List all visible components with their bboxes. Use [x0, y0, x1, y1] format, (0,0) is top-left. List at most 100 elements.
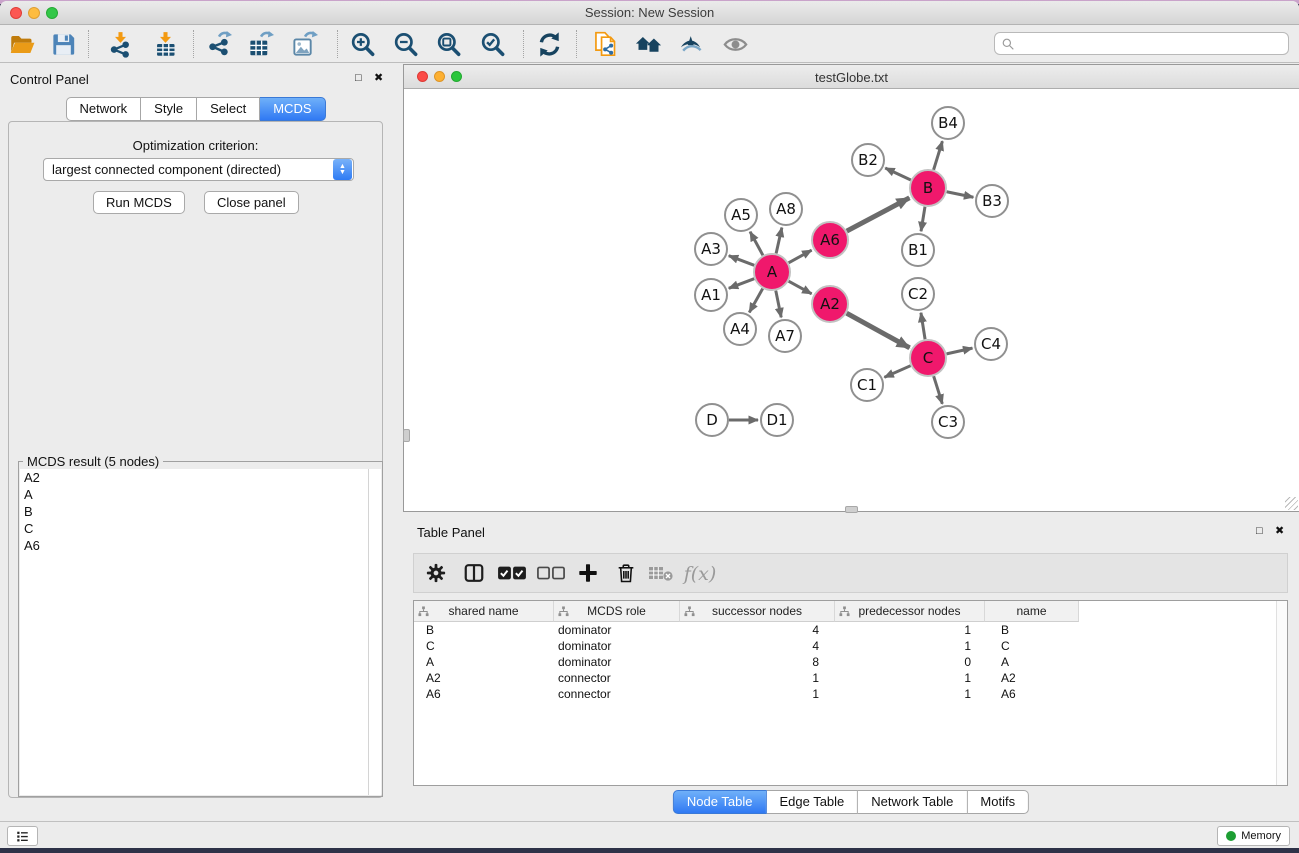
graph-node-A5[interactable]: A5	[725, 199, 757, 231]
deselect-all-button[interactable]	[535, 558, 567, 590]
table-tab-node-table[interactable]: Node Table	[673, 790, 767, 814]
graph-node-A2[interactable]: A2	[812, 286, 848, 322]
tab-style[interactable]: Style	[141, 97, 197, 121]
column-header-shared-name[interactable]: shared name	[414, 601, 554, 622]
graph-node-D[interactable]: D	[696, 404, 728, 436]
graph-edge-A-A6[interactable]	[789, 250, 812, 263]
graph-edge-A-A4[interactable]	[749, 289, 762, 313]
graph-edge-C-C1[interactable]	[884, 366, 910, 378]
select-all-button[interactable]	[496, 558, 528, 590]
graph-edge-A-A8[interactable]	[776, 228, 782, 254]
style-eye-button[interactable]	[673, 27, 707, 61]
graph-node-B4[interactable]: B4	[932, 107, 964, 139]
add-row-button[interactable]	[572, 558, 604, 590]
table-row[interactable]: Bdominator41B	[414, 622, 1276, 638]
table-row[interactable]: Adominator80A	[414, 654, 1276, 670]
zoom-in-button[interactable]	[345, 27, 379, 61]
criterion-dropdown[interactable]: largest connected component (directed) ▲…	[43, 158, 354, 181]
export-table-button[interactable]	[243, 27, 277, 61]
search-input[interactable]	[1019, 37, 1282, 51]
graph-edge-C-C2[interactable]	[921, 313, 925, 339]
zoom-out-button[interactable]	[388, 27, 422, 61]
graph-edge-C-C3[interactable]	[934, 376, 943, 404]
graph-node-C3[interactable]: C3	[932, 406, 964, 438]
graph-edge-A-A3[interactable]	[729, 256, 754, 266]
graph-edge-C-C4[interactable]	[947, 348, 973, 354]
table-row[interactable]: A6connector11A6	[414, 686, 1276, 702]
columns-button[interactable]	[458, 558, 490, 590]
graph-node-A7[interactable]: A7	[769, 320, 801, 352]
graph-node-D1[interactable]: D1	[761, 404, 793, 436]
table-float-panel-icon[interactable]: □	[1256, 525, 1263, 537]
graph-edge-B-B1[interactable]	[921, 207, 925, 231]
zoom-fit-button[interactable]	[431, 27, 465, 61]
table-tab-edge-table[interactable]: Edge Table	[766, 790, 858, 814]
gear-button[interactable]	[420, 558, 452, 590]
run-mcds-button[interactable]: Run MCDS	[93, 191, 185, 214]
task-history-button[interactable]	[7, 826, 38, 846]
close-panel-icon[interactable]: ✖	[374, 72, 383, 84]
table-tab-network-table[interactable]: Network Table	[858, 790, 967, 814]
graph-node-A4[interactable]: A4	[724, 313, 756, 345]
show-hide-button[interactable]	[718, 27, 752, 61]
tab-network[interactable]: Network	[65, 97, 141, 121]
close-panel-button[interactable]: Close panel	[204, 191, 299, 214]
column-header-name[interactable]: name	[985, 601, 1079, 622]
network-canvas[interactable]: B4 B2 B B3 A5 A8 A6 A3 B1 A A1 C2 A2 A4 A7 C C4 C1 C3 D D1	[404, 90, 1299, 511]
open-file-button[interactable]	[5, 27, 39, 61]
delete-row-button[interactable]	[610, 558, 642, 590]
mcds-result-item[interactable]: B	[20, 503, 368, 520]
graph-node-B2[interactable]: B2	[852, 144, 884, 176]
import-network-button[interactable]	[103, 27, 137, 61]
zoom-selected-button[interactable]	[475, 27, 509, 61]
graph-node-C1[interactable]: C1	[851, 369, 883, 401]
graph-node-B3[interactable]: B3	[976, 185, 1008, 217]
graph-node-A[interactable]: A	[754, 254, 790, 290]
graph-node-B1[interactable]: B1	[902, 234, 934, 266]
mcds-result-item[interactable]: C	[20, 520, 368, 537]
float-panel-icon[interactable]: □	[355, 72, 362, 84]
graph-node-C[interactable]: C	[910, 340, 946, 376]
graph-node-B[interactable]: B	[910, 170, 946, 206]
graph-node-C2[interactable]: C2	[902, 278, 934, 310]
mcds-result-item[interactable]: A6	[20, 537, 368, 554]
export-network-button[interactable]	[201, 27, 235, 61]
memory-button[interactable]: Memory	[1217, 826, 1290, 846]
graph-edge-A-A7[interactable]	[776, 291, 781, 318]
graph-node-A3[interactable]: A3	[695, 233, 727, 265]
graph-node-A1[interactable]: A1	[695, 279, 727, 311]
clone-network-button[interactable]	[588, 27, 622, 61]
graph-edge-A2-C[interactable]	[847, 313, 910, 348]
column-header-predecessor-nodes[interactable]: predecessor nodes	[835, 601, 985, 622]
column-header-successor-nodes[interactable]: successor nodes	[680, 601, 835, 622]
hometown-button[interactable]	[631, 27, 665, 61]
horizontal-splitter-handle[interactable]	[845, 506, 858, 513]
mcds-result-item[interactable]: A2	[20, 469, 368, 486]
graph-edge-A-A1[interactable]	[729, 279, 754, 289]
save-session-button[interactable]	[46, 27, 80, 61]
mcds-result-item[interactable]: A	[20, 486, 368, 503]
search-field[interactable]	[994, 32, 1289, 55]
import-table-button[interactable]	[148, 27, 182, 61]
table-scrollbar[interactable]	[1276, 601, 1287, 785]
table-tab-motifs[interactable]: Motifs	[967, 790, 1029, 814]
graph-edge-B-B3[interactable]	[947, 192, 974, 197]
column-header-MCDS-role[interactable]: MCDS role	[554, 601, 680, 622]
graph-edge-A-A2[interactable]	[789, 281, 812, 294]
graph-node-A8[interactable]: A8	[770, 193, 802, 225]
export-image-button[interactable]	[287, 27, 321, 61]
graph-node-A6[interactable]: A6	[812, 222, 848, 258]
tab-select[interactable]: Select	[197, 97, 260, 121]
table-close-panel-icon[interactable]: ✖	[1275, 525, 1284, 537]
refresh-button[interactable]	[532, 27, 566, 61]
graph-edge-B-B4[interactable]	[934, 141, 943, 170]
graph-node-C4[interactable]: C4	[975, 328, 1007, 360]
resize-grip-icon[interactable]	[1285, 497, 1298, 510]
result-list-scrollbar[interactable]	[368, 469, 381, 795]
tab-mcds[interactable]: MCDS	[260, 97, 325, 121]
table-row[interactable]: A2connector11A2	[414, 670, 1276, 686]
vertical-splitter-handle[interactable]	[403, 429, 410, 442]
table-row[interactable]: Cdominator41C	[414, 638, 1276, 654]
graph-edge-B-B2[interactable]	[885, 168, 911, 180]
graph-edge-A-A5[interactable]	[750, 232, 763, 256]
